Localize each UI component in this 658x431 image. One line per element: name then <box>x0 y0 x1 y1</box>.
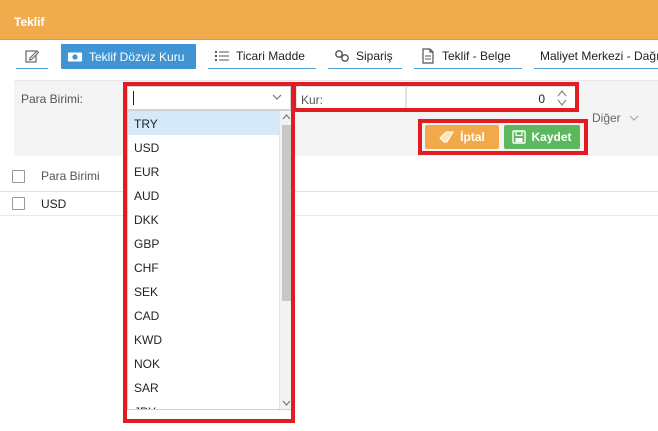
tab-label: Ticari Madde <box>236 49 305 63</box>
para-birimi-label: Para Birimi: <box>21 92 84 106</box>
table-cell: USD <box>41 197 67 211</box>
dropdown-item-aud[interactable]: AUD <box>128 183 279 207</box>
para-birimi-combobox[interactable] <box>127 86 291 110</box>
dropdown-item-cad[interactable]: CAD <box>128 303 279 327</box>
dropdown-item-chf[interactable]: CHF <box>128 255 279 279</box>
diger-label: Diğer <box>592 111 621 125</box>
kur-input[interactable]: 0 <box>406 86 576 110</box>
currency-dropdown-list[interactable]: TRY USD EUR AUD DKK GBP CHF SEK CAD KWD … <box>127 110 294 410</box>
table-row[interactable]: USD <box>0 192 658 216</box>
scrollbar-thumb[interactable] <box>282 125 291 301</box>
tab-label: Maliyet Merkezi - Dağı <box>540 49 658 63</box>
iptal-button[interactable]: İptal <box>425 125 499 149</box>
tab-teklif-belge[interactable]: Teklif - Belge <box>414 44 522 69</box>
tab-siparis[interactable]: Sipariş <box>328 44 402 69</box>
dropdown-item-sek[interactable]: SEK <box>128 279 279 303</box>
tab-maliyet-merkezi[interactable]: Maliyet Merkezi - Dağı <box>534 44 658 69</box>
chevron-down-icon <box>629 115 639 121</box>
window-title: Teklif <box>14 15 45 29</box>
tab-bar: Teklif Dözviz Kuru Ticari Madde Sipariş … <box>0 40 658 73</box>
dropdown-item-usd[interactable]: USD <box>128 135 279 159</box>
dropdown-item-nok[interactable]: NOK <box>128 351 279 375</box>
list-icon <box>215 51 229 61</box>
link-icon <box>335 50 349 62</box>
window-title-bar: Teklif <box>0 0 658 40</box>
tab-label: Teklif - Belge <box>442 49 511 63</box>
dropdown-item-sar[interactable]: SAR <box>128 375 279 399</box>
dropdown-item-jpy[interactable]: JPY <box>128 399 279 409</box>
column-header-para-birimi[interactable]: Para Birimi <box>41 169 100 183</box>
tab-label: Sipariş <box>356 49 393 63</box>
kur-label: Kur: <box>296 86 406 110</box>
row-checkbox[interactable] <box>12 197 25 210</box>
eraser-icon <box>439 131 455 143</box>
tab-teklif-doviz-kuru[interactable]: Teklif Dözviz Kuru <box>61 44 196 69</box>
dropdown-item-dkk[interactable]: DKK <box>128 207 279 231</box>
grid-header: Para Birimi <box>0 158 658 192</box>
dropdown-item-try[interactable]: TRY <box>128 111 279 135</box>
kur-value: 0 <box>538 92 545 106</box>
tab-edit[interactable] <box>16 44 48 69</box>
iptal-label: İptal <box>460 130 485 144</box>
dropdown-item-gbp[interactable]: GBP <box>128 231 279 255</box>
save-icon <box>512 130 527 144</box>
dropdown-item-kwd[interactable]: KWD <box>128 327 279 351</box>
diger-dropdown[interactable]: Diğer <box>592 108 652 128</box>
tab-label: Teklif Dözviz Kuru <box>89 49 185 64</box>
tab-ticari-madde[interactable]: Ticari Madde <box>208 44 316 69</box>
currency-grid: Para Birimi USD <box>0 158 658 431</box>
money-icon <box>67 52 83 61</box>
text-caret <box>133 91 134 105</box>
scroll-up-icon[interactable] <box>282 113 291 121</box>
edit-icon <box>25 50 40 63</box>
kaydet-label: Kaydet <box>531 130 572 144</box>
document-icon <box>422 48 434 64</box>
chevron-down-icon[interactable] <box>272 92 282 102</box>
dropdown-item-eur[interactable]: EUR <box>128 159 279 183</box>
spinner-icon[interactable] <box>557 89 567 107</box>
scroll-down-icon[interactable] <box>282 399 291 407</box>
dropdown-scrollbar[interactable] <box>279 111 293 409</box>
select-all-checkbox[interactable] <box>12 170 25 183</box>
kaydet-button[interactable]: Kaydet <box>504 125 580 149</box>
